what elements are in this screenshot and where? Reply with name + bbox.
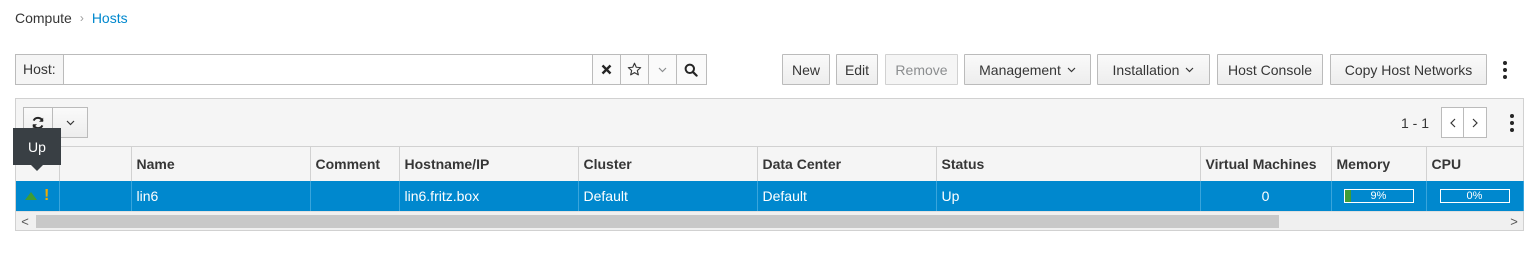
chevron-down-icon — [1067, 67, 1076, 72]
clear-search-button[interactable] — [592, 54, 621, 85]
row-status-text-cell: Up — [936, 180, 1201, 211]
column-header-memory[interactable]: Memory — [1331, 146, 1427, 181]
breadcrumb-compute[interactable]: Compute — [15, 10, 72, 26]
column-header-status[interactable]: Status — [936, 146, 1201, 181]
row-name-cell[interactable]: lin6 — [131, 180, 311, 211]
chevron-down-icon — [66, 120, 74, 125]
row-cluster-cell: Default — [578, 180, 758, 211]
column-header-name[interactable]: Name — [131, 146, 311, 181]
copy-host-networks-button[interactable]: Copy Host Networks — [1330, 54, 1487, 85]
cpu-usage-value: 0% — [1466, 189, 1483, 202]
horizontal-scrollbar[interactable]: < > — [16, 211, 1523, 230]
column-header-virtual-machines[interactable]: Virtual Machines — [1200, 146, 1332, 181]
chevron-down-icon — [1186, 67, 1194, 72]
warning-icon: ! — [44, 186, 50, 204]
cpu-usage-bar: 0% — [1439, 188, 1510, 203]
new-button[interactable]: New — [782, 54, 830, 85]
chevron-left-icon — [1449, 118, 1455, 127]
hosts-table: Name Comment Hostname/IP Cluster Data Ce… — [16, 146, 1524, 211]
star-icon — [627, 62, 641, 76]
host-console-button[interactable]: Host Console — [1217, 54, 1323, 85]
search-input[interactable] — [62, 54, 593, 85]
row-hostname-cell: lin6.fritz.box — [399, 180, 579, 211]
memory-usage-bar: 9% — [1343, 188, 1414, 203]
search-icon — [684, 63, 698, 77]
search-bar: Host: — [15, 54, 707, 85]
column-header-data-center[interactable]: Data Center — [757, 146, 937, 181]
chevron-down-icon — [658, 67, 667, 72]
column-header-cpu[interactable]: CPU — [1426, 146, 1524, 181]
search-label: Host: — [15, 54, 63, 85]
row-cpu-cell: 0% — [1426, 180, 1524, 211]
edit-button[interactable]: Edit — [836, 54, 878, 85]
row-comment-cell — [310, 180, 400, 211]
scroll-left-icon[interactable]: < — [16, 212, 34, 231]
management-dropdown[interactable]: Management — [964, 54, 1091, 85]
row-alerts-cell — [59, 180, 132, 211]
installation-dropdown[interactable]: Installation — [1097, 54, 1210, 85]
column-header-comment[interactable]: Comment — [310, 146, 400, 181]
chevron-right-icon — [1472, 118, 1478, 127]
installation-label: Installation — [1112, 61, 1180, 78]
search-button[interactable] — [676, 54, 707, 85]
hosts-grid: 1 - 1 Name Comment Hostname/IP Cluster D… — [15, 98, 1524, 231]
breadcrumb: Compute › Hosts — [15, 10, 128, 26]
bookmark-button[interactable] — [620, 54, 649, 85]
row-data-center-cell: Default — [757, 180, 937, 211]
bookmarks-dropdown-button[interactable] — [648, 54, 677, 85]
remove-button[interactable]: Remove — [885, 54, 958, 85]
pagination: 1 - 1 — [1401, 107, 1487, 138]
column-header-hostname[interactable]: Hostname/IP — [399, 146, 579, 181]
breadcrumb-separator: › — [79, 11, 84, 25]
memory-usage-value: 9% — [1370, 189, 1387, 202]
status-up-icon — [25, 191, 37, 200]
status-tooltip: Up — [13, 128, 61, 171]
column-header-cluster[interactable]: Cluster — [578, 146, 758, 181]
row-memory-cell: 9% — [1331, 180, 1427, 211]
table-header-row: Name Comment Hostname/IP Cluster Data Ce… — [16, 146, 1524, 181]
scrollbar-thumb[interactable] — [36, 215, 1279, 228]
previous-page-button[interactable] — [1441, 107, 1464, 138]
clear-icon — [601, 64, 612, 75]
table-row[interactable]: ! lin6 lin6.fritz.box Default Default Up… — [16, 180, 1524, 211]
page-range: 1 - 1 — [1400, 114, 1429, 131]
next-page-button[interactable] — [1464, 107, 1487, 138]
scroll-right-icon[interactable]: > — [1505, 212, 1523, 231]
breadcrumb-hosts[interactable]: Hosts — [92, 10, 128, 26]
column-header-alerts — [59, 146, 132, 181]
row-vms-cell: 0 — [1200, 180, 1332, 211]
row-status-cell[interactable]: ! — [16, 180, 60, 211]
management-label: Management — [979, 61, 1061, 78]
memory-usage-fill — [1344, 189, 1351, 202]
kebab-icon[interactable] — [1506, 111, 1518, 135]
kebab-icon[interactable] — [1496, 58, 1514, 82]
